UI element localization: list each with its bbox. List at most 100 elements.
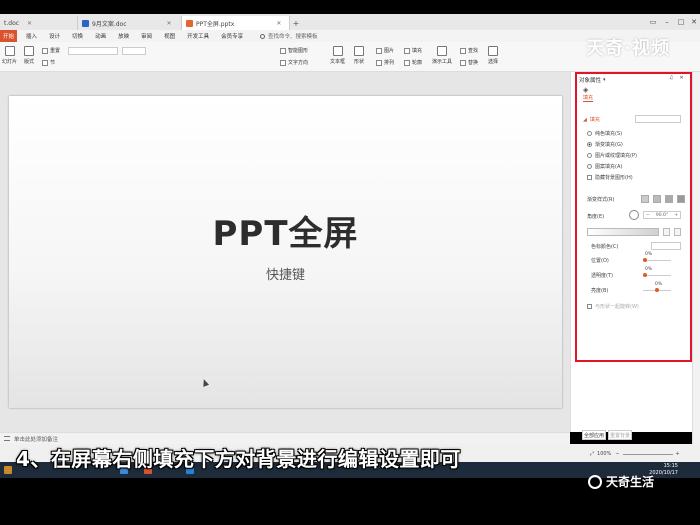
textbox-label: 文本框 [330,59,346,65]
notes-placeholder: 单击此处添加备注 [14,436,59,443]
close-icon[interactable]: ✕ [27,20,32,27]
clock-time: 15:15 [663,463,678,469]
text-direction-button[interactable]: 文字方向 [280,59,308,66]
tab-doc[interactable]: t.doc ✕ [0,16,78,30]
presentation-icon [437,46,447,56]
arrange-button[interactable]: 排列 [376,59,394,66]
font-name-field[interactable] [68,47,118,55]
brand-text: 天奇生活 [606,475,655,489]
fill-button[interactable]: 填充 [404,47,422,54]
menu-start[interactable]: 开始 [0,30,18,42]
replace-icon [460,59,466,66]
menu-insert[interactable]: 插入 [20,30,43,42]
reset-background-label: 重置背景 [609,432,630,439]
apply-all-label: 全部应用 [583,432,604,439]
fill-label: 填充 [412,48,423,54]
word-icon [82,19,89,27]
slide-title[interactable]: PPT全屏 [9,206,562,255]
replace-button[interactable]: 替换 [460,59,478,66]
section-button[interactable]: 节 [42,59,55,66]
tab-ppt[interactable]: PPT全屏.pptx ✕ [182,16,290,30]
close-window-icon[interactable]: ✕ [687,14,700,30]
shape-icon [354,46,364,56]
close-icon[interactable]: ✕ [276,20,281,27]
replace-label: 替换 [468,60,479,66]
menu-view[interactable]: 视图 [158,30,181,42]
video-watermark: 天奇·视频 [586,38,670,59]
side-toolbar-strip [692,72,700,444]
fill-icon [404,47,410,54]
zoom-slider[interactable] [622,453,673,455]
menu-developer[interactable]: 开发工具 [181,30,215,42]
menu-member[interactable]: 会员专享 [215,30,249,42]
tab-ppt-label: PPT全屏.pptx [196,20,235,28]
outline-label: 轮廓 [412,60,423,66]
layout-icon [24,46,34,56]
slide[interactable]: PPT全屏 快捷键 [9,96,562,408]
reset-label: 重置 [50,48,61,54]
picture-label: 图片 [384,48,395,54]
select-label: 选择 [488,59,499,65]
shape-button[interactable]: 形状 [354,46,364,65]
shape-label: 形状 [354,59,365,65]
select-button[interactable]: 选择 [488,46,498,65]
notes-icon [4,436,10,441]
arrange-label: 排列 [384,60,395,66]
zoom-in-icon[interactable]: + [676,451,680,457]
ppt-icon [186,19,193,27]
zoom-control: ⤢ 100% − + [590,451,680,457]
text-direction-icon [280,59,286,66]
picture-button[interactable]: 图片 [376,47,394,54]
textbox-button[interactable]: 文本框 [330,46,345,65]
window-icon[interactable]: ▭ [646,14,660,30]
font-size-field[interactable] [122,47,146,55]
tab-word[interactable]: 9月文案.doc ✕ [78,16,182,30]
video-caption: 4、在屏幕右侧填充下方对背景进行编辑设置即可 [16,447,461,471]
reset-background-button[interactable]: 重置背景 [608,430,632,440]
smart-art-label: 智能图形 [288,48,309,54]
layout-button[interactable]: 版式 [24,46,34,65]
text-format-row[interactable] [68,59,178,67]
search-icon [260,33,265,39]
zoom-out-icon[interactable]: − [615,451,619,457]
section-label: 节 [50,60,56,66]
tab-word-label: 9月文案.doc [92,20,127,28]
presentation-tools-button[interactable]: 演示工具 [432,46,452,65]
find-label: 查找 [468,48,479,54]
apply-all-button[interactable]: 全部应用 [582,430,606,440]
menu-design[interactable]: 设计 [43,30,66,42]
command-search[interactable]: 查找命令、搜索模板 [260,30,318,42]
find-icon [460,47,466,54]
new-tab-icon[interactable]: + [290,16,302,30]
layout-label: 版式 [24,59,35,65]
textbox-icon [332,46,343,56]
slide-subtitle[interactable]: 快捷键 [9,264,562,283]
menu-slideshow[interactable]: 放映 [112,30,135,42]
brand-icon [588,474,602,489]
maximize-icon[interactable]: □ [674,14,688,30]
fit-icon[interactable]: ⤢ [590,451,594,457]
start-icon[interactable] [4,466,12,474]
outline-button[interactable]: 轮廓 [404,59,422,66]
picture-icon [376,47,382,54]
reset-button[interactable]: 重置 [42,47,60,54]
command-search-text: 查找命令、搜索模板 [268,34,318,40]
tab-doc-label: t.doc [4,19,20,27]
menu-transition[interactable]: 切换 [66,30,89,42]
smart-art-button[interactable]: 智能图形 [280,47,308,54]
minimize-icon[interactable]: – [660,14,674,30]
menu-review[interactable]: 审阅 [135,30,158,42]
zoom-value[interactable]: 100% [597,451,611,457]
find-button[interactable]: 查找 [460,47,478,54]
close-icon[interactable]: ✕ [167,20,172,27]
section-icon [42,59,48,66]
highlight-box [575,72,692,362]
presentation-tools-label: 演示工具 [432,59,453,65]
new-slide-button[interactable]: 幻灯片 [2,46,17,65]
menu-animation[interactable]: 动画 [89,30,112,42]
slide-icon [4,46,15,56]
select-icon [488,46,498,56]
outline-icon [404,59,410,66]
new-slide-label: 幻灯片 [2,59,18,65]
tab-bar: t.doc ✕ 9月文案.doc ✕ PPT全屏.pptx ✕ + ▭ – □ … [0,14,700,30]
